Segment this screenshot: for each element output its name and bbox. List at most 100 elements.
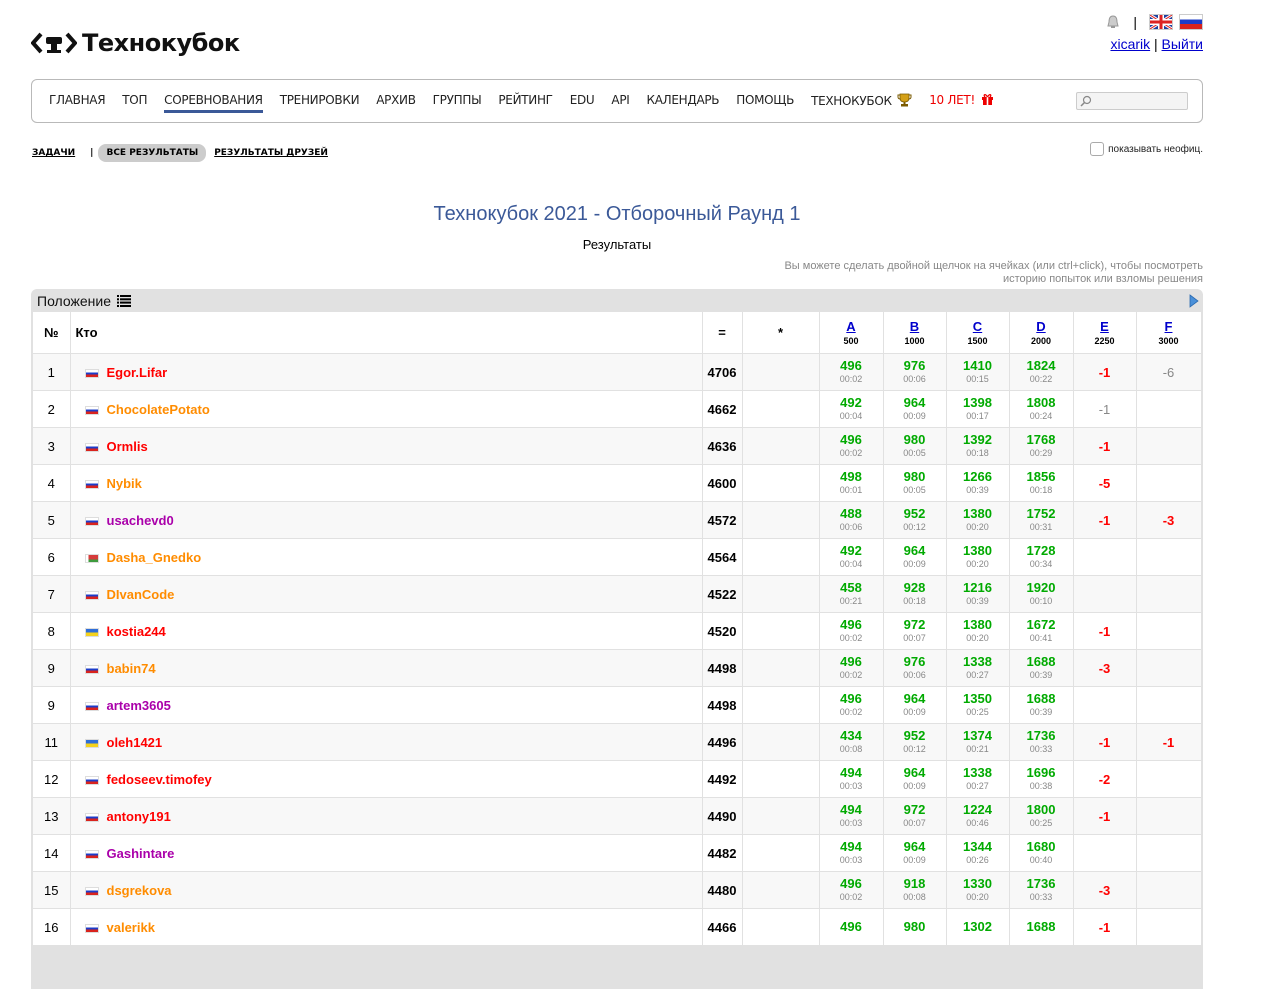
tab-all-results[interactable]: ВСЕ РЕЗУЛЬТАТЫ xyxy=(98,144,207,162)
menu-item-technocup[interactable]: Технокубок xyxy=(811,93,912,113)
problem-result-cell[interactable]: -3 xyxy=(1073,871,1137,909)
participant-handle[interactable]: Gashintare xyxy=(107,846,175,861)
menu-item-problemset[interactable]: Архив xyxy=(376,93,416,113)
problem-result-cell[interactable]: 1380 00:20 xyxy=(946,612,1010,650)
menu-item-api[interactable]: API xyxy=(611,93,629,113)
hacks-cell[interactable] xyxy=(742,612,820,650)
problem-result-cell[interactable]: 1752 00:31 xyxy=(1009,501,1074,539)
problem-result-cell[interactable]: 1380 00:20 xyxy=(946,501,1010,539)
problem-result-cell[interactable]: 952 00:12 xyxy=(883,501,947,539)
problem-result-cell[interactable]: -1 xyxy=(1073,501,1137,539)
problem-result-cell[interactable]: -1 xyxy=(1073,908,1137,946)
problem-result-cell[interactable] xyxy=(1073,575,1137,613)
menu-item-calendar[interactable]: Календарь xyxy=(647,93,720,113)
problem-letter[interactable]: C xyxy=(947,319,1009,334)
problem-result-cell[interactable]: 1696 00:38 xyxy=(1009,760,1074,798)
problem-result-cell[interactable]: 1800 00:25 xyxy=(1009,797,1074,835)
problem-result-cell[interactable]: 1736 00:33 xyxy=(1009,723,1074,761)
problem-letter[interactable]: D xyxy=(1010,319,1073,334)
logout-link[interactable]: Выйти xyxy=(1162,36,1203,52)
problem-result-cell[interactable] xyxy=(1136,464,1202,502)
problem-result-cell[interactable]: 1338 00:27 xyxy=(946,760,1010,798)
menu-item-contests[interactable]: Соревнования xyxy=(164,93,263,113)
problem-letter[interactable]: B xyxy=(884,319,946,334)
problem-result-cell[interactable]: 1350 00:25 xyxy=(946,686,1010,724)
problem-result-cell[interactable] xyxy=(1136,797,1202,835)
menu-item-gym[interactable]: Тренировки xyxy=(280,93,360,113)
problem-result-cell[interactable]: 1728 00:34 xyxy=(1009,538,1074,576)
participant-handle[interactable]: dsgrekova xyxy=(107,883,172,898)
hacks-cell[interactable] xyxy=(742,575,820,613)
menu-item-top[interactable]: Топ xyxy=(122,93,147,113)
show-unofficial-toggle[interactable]: показывать неофиц. xyxy=(1090,142,1203,156)
problem-result-cell[interactable]: 1266 00:39 xyxy=(946,464,1010,502)
participant-handle[interactable]: valerikk xyxy=(107,920,155,935)
problem-result-cell[interactable]: 1224 00:46 xyxy=(946,797,1010,835)
problem-result-cell[interactable]: 1808 00:24 xyxy=(1009,390,1074,428)
participant-handle[interactable]: oleh1421 xyxy=(107,735,163,750)
problem-result-cell[interactable]: 1380 00:20 xyxy=(946,538,1010,576)
list-icon[interactable] xyxy=(117,294,131,307)
hacks-cell[interactable] xyxy=(742,686,820,724)
menu-item-home[interactable]: Главная xyxy=(49,93,106,113)
problem-result-cell[interactable]: 496 00:02 xyxy=(819,427,884,465)
problem-result-cell[interactable]: 980 00:05 xyxy=(883,464,947,502)
col-problem-a[interactable]: A 500 xyxy=(819,312,884,354)
problem-result-cell[interactable]: 1330 00:20 xyxy=(946,871,1010,909)
problem-result-cell[interactable]: 1688 xyxy=(1009,908,1074,946)
hacks-cell[interactable] xyxy=(742,353,820,391)
problem-letter[interactable]: F xyxy=(1137,319,1201,334)
hacks-cell[interactable] xyxy=(742,649,820,687)
problem-result-cell[interactable]: 1920 00:10 xyxy=(1009,575,1074,613)
participant-handle[interactable]: Egor.Lifar xyxy=(107,365,168,380)
menu-item-anniversary[interactable]: 10 лет! xyxy=(929,93,994,113)
english-flag-icon[interactable] xyxy=(1149,14,1173,30)
participant-handle[interactable]: ChocolatePotato xyxy=(107,402,210,417)
hacks-cell[interactable] xyxy=(742,390,820,428)
show-unofficial-checkbox[interactable] xyxy=(1090,142,1105,156)
problem-result-cell[interactable] xyxy=(1136,649,1202,687)
problem-result-cell[interactable]: 492 00:04 xyxy=(819,538,884,576)
problem-result-cell[interactable]: 1680 00:40 xyxy=(1009,834,1074,872)
problem-result-cell[interactable] xyxy=(1136,538,1202,576)
problem-result-cell[interactable] xyxy=(1136,834,1202,872)
search-input[interactable] xyxy=(1076,92,1188,110)
problem-result-cell[interactable]: 918 00:08 xyxy=(883,871,947,909)
problem-result-cell[interactable]: 964 00:09 xyxy=(883,390,947,428)
problem-result-cell[interactable] xyxy=(1136,686,1202,724)
participant-handle[interactable]: Nybik xyxy=(107,476,142,491)
problem-result-cell[interactable]: 1824 00:22 xyxy=(1009,353,1074,391)
problem-result-cell[interactable] xyxy=(1136,612,1202,650)
problem-result-cell[interactable]: 980 xyxy=(883,908,947,946)
col-problem-d[interactable]: D 2000 xyxy=(1009,312,1074,354)
problem-result-cell[interactable]: 1398 00:17 xyxy=(946,390,1010,428)
problem-result-cell[interactable]: 496 00:02 xyxy=(819,649,884,687)
problem-result-cell[interactable] xyxy=(1136,760,1202,798)
problem-result-cell[interactable]: 1672 00:41 xyxy=(1009,612,1074,650)
participant-handle[interactable]: Dasha_Gnedko xyxy=(107,550,202,565)
problem-result-cell[interactable]: 494 00:03 xyxy=(819,797,884,835)
problem-result-cell[interactable]: -3 xyxy=(1136,501,1202,539)
problem-letter[interactable]: E xyxy=(1074,319,1136,334)
participant-handle[interactable]: antony191 xyxy=(107,809,171,824)
problem-result-cell[interactable]: 1338 00:27 xyxy=(946,649,1010,687)
problem-result-cell[interactable]: -1 xyxy=(1073,612,1137,650)
col-problem-c[interactable]: C 1500 xyxy=(946,312,1010,354)
problem-result-cell[interactable]: -2 xyxy=(1073,760,1137,798)
problem-result-cell[interactable]: 496 00:02 xyxy=(819,686,884,724)
problem-result-cell[interactable]: -1 xyxy=(1073,427,1137,465)
hacks-cell[interactable] xyxy=(742,427,820,465)
problem-result-cell[interactable]: 964 00:09 xyxy=(883,834,947,872)
hacks-cell[interactable] xyxy=(742,501,820,539)
participant-handle[interactable]: usachevd0 xyxy=(107,513,174,528)
problem-result-cell[interactable]: -6 xyxy=(1136,353,1202,391)
problem-result-cell[interactable]: -1 xyxy=(1073,390,1137,428)
problem-result-cell[interactable]: 972 00:07 xyxy=(883,797,947,835)
problem-result-cell[interactable]: 1688 00:39 xyxy=(1009,649,1074,687)
problem-result-cell[interactable]: 1216 00:39 xyxy=(946,575,1010,613)
problem-result-cell[interactable] xyxy=(1136,871,1202,909)
participant-handle[interactable]: kostia244 xyxy=(107,624,166,639)
problem-result-cell[interactable]: -1 xyxy=(1073,353,1137,391)
problem-letter[interactable]: A xyxy=(820,319,883,334)
problem-result-cell[interactable] xyxy=(1073,834,1137,872)
